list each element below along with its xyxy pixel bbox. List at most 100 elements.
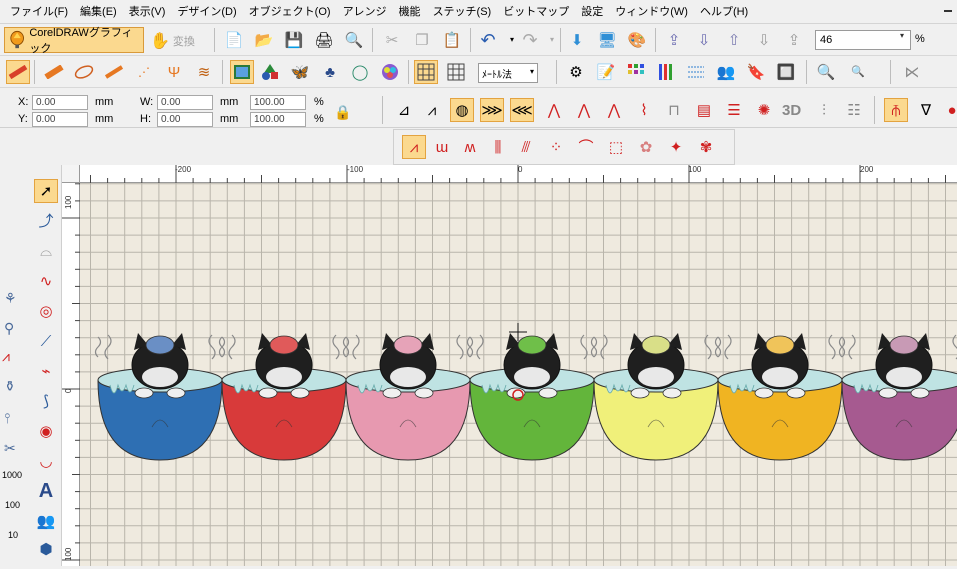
- color-chart-icon[interactable]: [624, 60, 648, 84]
- menu-settings[interactable]: 設定: [575, 1, 609, 23]
- feather-stitch-icon[interactable]: [102, 60, 126, 84]
- stitch-type-plain-icon[interactable]: ⊿: [392, 98, 416, 122]
- menu-edit[interactable]: 編集(E): [74, 1, 123, 23]
- embroidery-design-orange[interactable]: [716, 333, 845, 460]
- new-file-icon[interactable]: 📄: [222, 28, 246, 52]
- motifs-icon[interactable]: ♣: [318, 60, 342, 84]
- embroidery-design-yellow[interactable]: [592, 333, 721, 460]
- arc-tool-icon[interactable]: ◡: [34, 449, 58, 473]
- embroidery-design-purple[interactable]: [840, 333, 957, 460]
- open-folder-icon[interactable]: 📂: [252, 28, 276, 52]
- card-manager-icon[interactable]: ⇪: [782, 28, 806, 52]
- menu-design[interactable]: デザイン(D): [171, 1, 242, 23]
- pattern-emblem-icon[interactable]: ✾: [694, 135, 718, 159]
- print-preview-icon[interactable]: 🔍: [342, 28, 366, 52]
- pattern-knot-icon[interactable]: ✦: [664, 135, 688, 159]
- fish-stitch-icon[interactable]: ≋: [192, 60, 216, 84]
- redo-icon[interactable]: ↷: [518, 28, 542, 52]
- stitch-type-step-icon[interactable]: ⊓: [662, 98, 686, 122]
- y-position-field[interactable]: 0.00: [32, 112, 88, 127]
- pattern-zigzag-icon[interactable]: ⩘: [402, 135, 426, 159]
- embroidery-design-green[interactable]: [468, 333, 597, 460]
- cut-icon[interactable]: ✂: [380, 28, 404, 52]
- send-machine-icon[interactable]: ⇪: [662, 28, 686, 52]
- width-field[interactable]: 0.00: [157, 95, 213, 110]
- write-card-icon[interactable]: ⇧: [722, 28, 746, 52]
- menu-function[interactable]: 機能: [393, 1, 427, 23]
- fill-stitch-icon[interactable]: [42, 60, 66, 84]
- design-canvas[interactable]: [62, 165, 957, 566]
- grid-settings-icon[interactable]: [444, 60, 468, 84]
- frame-icon[interactable]: ◯: [348, 60, 372, 84]
- decorations-icon[interactable]: 🦋: [288, 60, 312, 84]
- leaf-stitch-icon[interactable]: [72, 60, 96, 84]
- fork-stitch-icon[interactable]: Ψ: [162, 60, 186, 84]
- stitch-type-block-icon[interactable]: ▤: [692, 98, 716, 122]
- freehand-tool-icon[interactable]: ∿: [34, 269, 58, 293]
- zigzag-tool-icon[interactable]: ⩘: [2, 348, 10, 365]
- stitch-type-chevron-icon[interactable]: ⫶: [812, 98, 836, 122]
- thread-chart-icon[interactable]: [654, 60, 678, 84]
- stitch-type-zigzag-icon[interactable]: ⩘: [420, 98, 444, 122]
- image-view-icon[interactable]: [230, 60, 254, 84]
- satin-stitch-icon[interactable]: [6, 60, 30, 84]
- shape-tool-icon[interactable]: ⤴: [34, 209, 58, 233]
- stitch-type-wave-icon[interactable]: ⌇: [632, 98, 656, 122]
- menu-object[interactable]: オブジェクト(O): [243, 1, 337, 23]
- menu-file[interactable]: ファイル(F): [4, 1, 74, 23]
- stitch-type-satin-icon[interactable]: ◍: [450, 98, 474, 122]
- pattern-rake-icon[interactable]: ⫻: [514, 135, 538, 159]
- shapes-icon[interactable]: [258, 60, 282, 84]
- menu-bitmap[interactable]: ビットマップ: [497, 1, 575, 23]
- save-icon[interactable]: 💾: [282, 28, 306, 52]
- fill-color-icon[interactable]: ●: [940, 98, 957, 122]
- window-restore-icon[interactable]: [943, 4, 953, 14]
- running-stitch-icon[interactable]: ⋰: [132, 60, 156, 84]
- height-field[interactable]: 0.00: [157, 112, 213, 127]
- ruler-corner[interactable]: [62, 165, 80, 183]
- stitch-type-lines-icon[interactable]: ☰: [722, 98, 746, 122]
- scale-x-field[interactable]: 100.00: [250, 95, 306, 110]
- stitch-type-3d-label[interactable]: 3D: [782, 102, 801, 119]
- color-palette-icon[interactable]: 🎨: [625, 28, 649, 52]
- line-tool-icon[interactable]: ⟋: [34, 329, 58, 353]
- node-tool-icon[interactable]: ⌓: [34, 239, 58, 263]
- mirror-icon[interactable]: ⋉: [900, 60, 924, 84]
- embroidery-design-blue[interactable]: [96, 333, 225, 460]
- stamp-icon[interactable]: 🔖: [744, 60, 768, 84]
- coreldraw-graphics-button[interactable]: CorelDRAWグラフィック: [4, 27, 144, 53]
- embroidery-design-pink[interactable]: [344, 333, 473, 460]
- stitch-type-mountain-icon[interactable]: ⋀: [572, 98, 596, 122]
- zoom-level-input[interactable]: [815, 30, 911, 50]
- sewing-machine-icon[interactable]: ⚙: [564, 60, 588, 84]
- x-position-field[interactable]: 0.00: [32, 95, 88, 110]
- circle-tool-icon[interactable]: ◎: [34, 299, 58, 323]
- stitch-sequence-icon[interactable]: [684, 60, 708, 84]
- receive-machine-icon[interactable]: ⇩: [692, 28, 716, 52]
- pattern-dots-icon[interactable]: ⁘: [544, 135, 568, 159]
- scale-y-field[interactable]: 100.00: [250, 112, 306, 127]
- menu-view[interactable]: 表示(V): [123, 1, 172, 23]
- bezier-tool-icon[interactable]: ⌁: [34, 359, 58, 383]
- pattern-scallop-icon[interactable]: ✿: [634, 135, 658, 159]
- spool-icon[interactable]: ⚱: [4, 378, 16, 395]
- menu-arrange[interactable]: アレンジ: [337, 1, 393, 23]
- stitch-type-feather-icon[interactable]: ✺: [752, 98, 776, 122]
- worksheet-icon[interactable]: 📝: [594, 60, 618, 84]
- pattern-comb-icon[interactable]: ⫼: [486, 135, 510, 159]
- stitch-type-triangle-icon[interactable]: ⋀: [542, 98, 566, 122]
- pattern-diamond-icon[interactable]: ⬚: [604, 135, 628, 159]
- zoom-dropdown-icon[interactable]: ▾: [900, 31, 910, 49]
- properties-icon[interactable]: 🔲: [774, 60, 798, 84]
- color-wheel-icon[interactable]: [378, 60, 402, 84]
- menu-help[interactable]: ヘルプ(H): [694, 1, 754, 23]
- stitch-type-ladder-icon[interactable]: ☷: [842, 98, 866, 122]
- needle-down-icon[interactable]: ∇: [914, 98, 938, 122]
- polyline-tool-icon[interactable]: ⟆: [34, 389, 58, 413]
- stitch-type-fill-icon[interactable]: ⋙: [480, 98, 504, 122]
- zoom-tool-icon[interactable]: 🔍: [814, 60, 838, 84]
- stitch-type-tatami-icon[interactable]: ⋘: [510, 98, 534, 122]
- lock-proportions-icon[interactable]: 🔒: [334, 104, 354, 122]
- monogram-tool-icon[interactable]: ⬢: [34, 537, 58, 561]
- read-card-icon[interactable]: ⇩: [752, 28, 776, 52]
